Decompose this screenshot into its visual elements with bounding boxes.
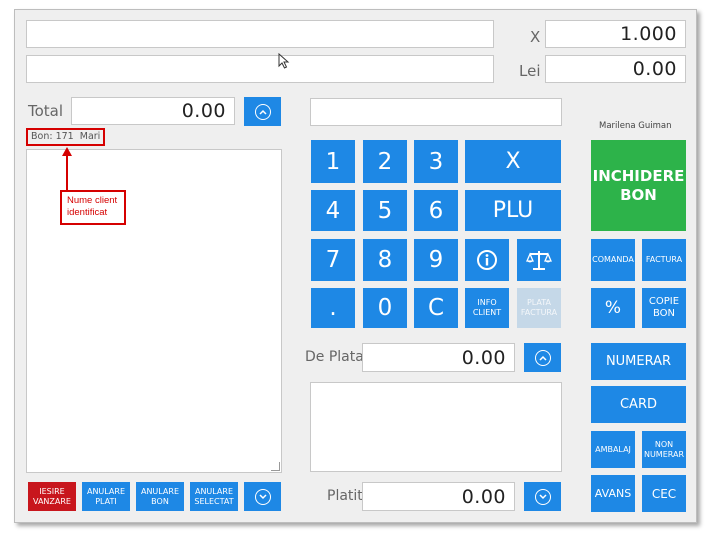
de-plata-field: 0.00 <box>362 343 515 372</box>
annotation-line2: identificat <box>67 207 108 218</box>
keypad-display[interactable] <box>310 98 562 126</box>
platit-expand-button[interactable] <box>524 482 561 511</box>
key-4[interactable]: 4 <box>311 190 355 231</box>
key-8[interactable]: 8 <box>363 239 407 281</box>
anulare-bon-button[interactable]: ANULARE BON <box>136 482 184 511</box>
key-clear[interactable]: C <box>414 288 458 328</box>
quantity-value: 1.000 <box>620 23 677 45</box>
list-resize-handle[interactable] <box>271 462 280 471</box>
numerar-button[interactable]: NUMERAR <box>591 343 686 380</box>
de-plata-value: 0.00 <box>461 346 506 369</box>
card-button[interactable]: CARD <box>591 386 686 423</box>
non-numerar-button[interactable]: NON NUMERAR <box>642 431 686 468</box>
iesire-vanzare-button[interactable]: IESIRE VANZARE <box>28 482 76 511</box>
operator-name: Marilena Guiman <box>599 121 672 131</box>
avans-button[interactable]: AVANS <box>591 475 635 512</box>
quantity-label: X <box>530 28 541 46</box>
annotation-arrow <box>62 147 72 192</box>
total-expand-button[interactable] <box>244 97 281 126</box>
info-icon <box>477 250 497 270</box>
key-1[interactable]: 1 <box>311 140 355 183</box>
chevron-up-icon <box>254 103 271 120</box>
payments-list[interactable] <box>310 382 562 472</box>
key-6[interactable]: 6 <box>414 190 458 231</box>
plata-factura-button: PLATA FACTURA <box>517 288 561 328</box>
info-button[interactable] <box>465 239 509 281</box>
key-dot[interactable]: . <box>311 288 355 328</box>
chevron-up-icon <box>534 349 551 366</box>
de-plata-expand-button[interactable] <box>524 343 561 372</box>
key-3[interactable]: 3 <box>414 140 458 183</box>
total-label: Total <box>28 102 64 120</box>
annotation-callout: Nume client identificat <box>60 190 126 225</box>
total-field: 0.00 <box>71 97 235 125</box>
key-plu[interactable]: PLU <box>465 190 561 231</box>
ambalaj-button[interactable]: AMBALAJ <box>591 431 635 468</box>
comanda-button[interactable]: COMANDA <box>591 239 635 281</box>
key-multiply[interactable]: X <box>465 140 561 183</box>
inchidere-bon-button[interactable]: INCHIDERE BON <box>591 140 686 231</box>
key-5[interactable]: 5 <box>363 190 407 231</box>
platit-label: Platit <box>327 488 363 504</box>
platit-field: 0.00 <box>362 482 515 511</box>
key-7[interactable]: 7 <box>311 239 355 281</box>
factura-button[interactable]: FACTURA <box>642 239 686 281</box>
price-label: Lei <box>519 62 541 80</box>
annotation-line1: Nume client <box>67 195 118 206</box>
key-2[interactable]: 2 <box>363 140 407 183</box>
product-name-input[interactable] <box>26 55 494 83</box>
scale-icon <box>526 251 552 270</box>
anulare-plati-button[interactable]: ANULARE PLATI <box>82 482 130 511</box>
key-9[interactable]: 9 <box>414 239 458 281</box>
info-client-button[interactable]: INFO CLIENT <box>465 288 509 328</box>
total-value: 0.00 <box>181 100 226 122</box>
price-value: 0.00 <box>632 58 677 80</box>
key-0[interactable]: 0 <box>363 288 407 328</box>
copie-bon-button[interactable]: COPIE BON <box>642 288 686 328</box>
product-search-input[interactable] <box>26 20 494 48</box>
chevron-down-icon <box>254 488 271 505</box>
de-plata-label: De Plata <box>305 349 364 365</box>
mouse-cursor-icon <box>278 53 290 69</box>
scale-button[interactable] <box>517 239 561 281</box>
discount-button[interactable]: % <box>591 288 635 328</box>
price-field[interactable]: 0.00 <box>545 55 686 83</box>
anulare-selectat-button[interactable]: ANULARE SELECTAT <box>190 482 238 511</box>
receipt-info: Bon: 171 Mari <box>31 131 101 142</box>
chevron-down-icon <box>534 488 551 505</box>
platit-value: 0.00 <box>461 485 506 508</box>
bottom-left-expand-button[interactable] <box>244 482 281 511</box>
quantity-field[interactable]: 1.000 <box>545 20 686 48</box>
cec-button[interactable]: CEC <box>642 475 686 512</box>
